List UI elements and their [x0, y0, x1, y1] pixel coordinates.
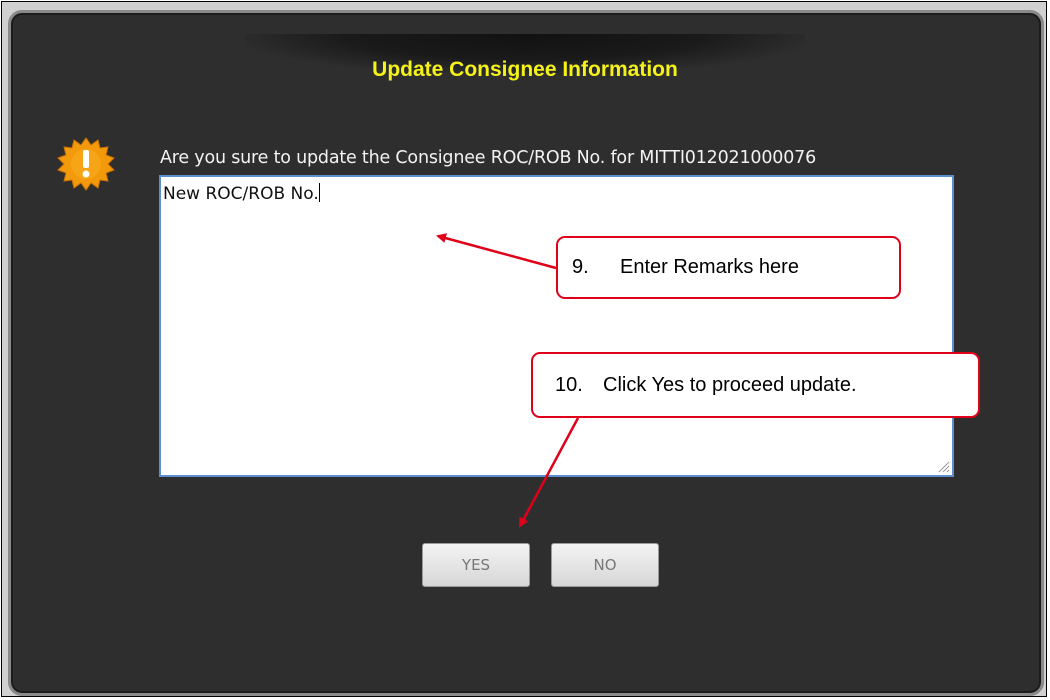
callout-step-10: 10. Click Yes to proceed update. — [531, 352, 980, 418]
confirmation-message: Are you sure to update the Consignee ROC… — [160, 148, 816, 168]
remarks-text: New ROC/ROB No. — [163, 184, 319, 204]
warning-icon — [54, 136, 118, 192]
text-caret — [318, 183, 320, 202]
resize-grip-icon[interactable] — [936, 459, 950, 473]
callout-step-9: 9. Enter Remarks here — [556, 236, 901, 299]
dialog-title: Update Consignee Information — [372, 58, 678, 81]
callout-text: Click Yes to proceed update. — [603, 373, 857, 396]
callout-text: Enter Remarks here — [620, 256, 799, 278]
remarks-textarea[interactable]: New ROC/ROB No. — [159, 175, 954, 477]
callout-number: 9. — [572, 256, 589, 278]
callout-number: 10. — [555, 373, 583, 396]
yes-button[interactable]: YES — [422, 543, 530, 587]
no-button[interactable]: NO — [551, 543, 659, 587]
